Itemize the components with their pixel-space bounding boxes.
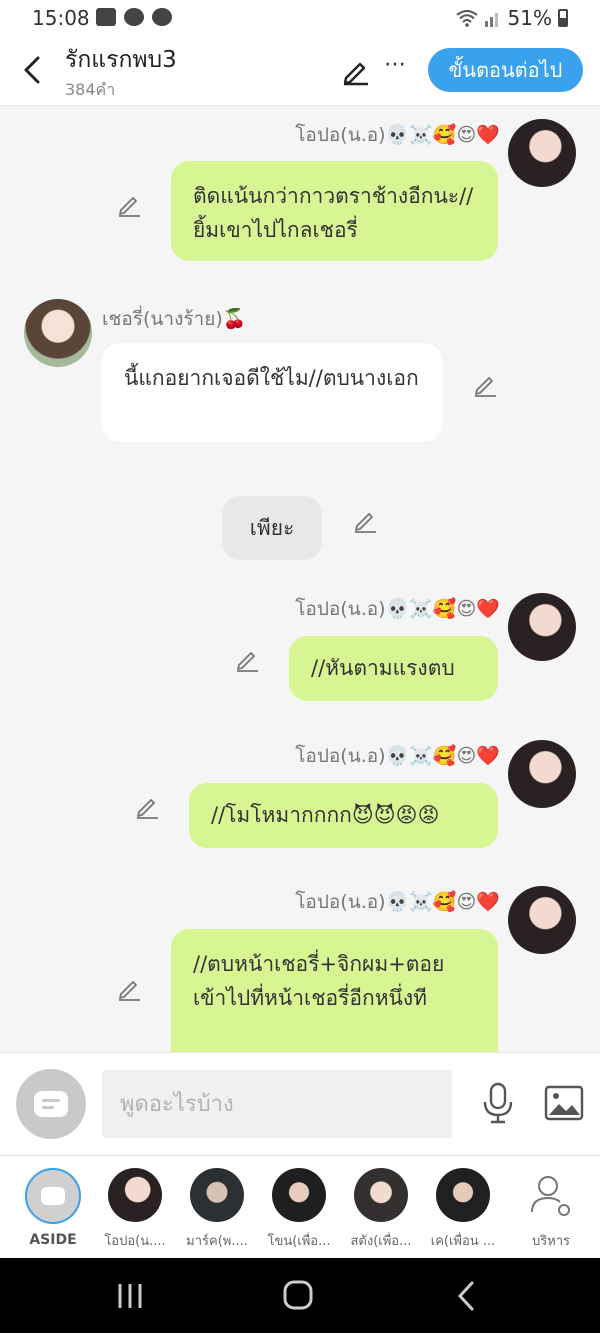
- sender-name: โอปอ(น.อ)💀☠️🥰😍❤️: [295, 124, 500, 146]
- story-title: รักแรกพบ3: [65, 47, 177, 73]
- word-count: 384คำ: [65, 80, 116, 99]
- input-bar: [0, 1052, 600, 1154]
- avatar[interactable]: [508, 886, 576, 954]
- tray-character[interactable]: เค(เพื่อน ...: [422, 1166, 504, 1256]
- more-options-icon[interactable]: ⋯: [384, 52, 407, 77]
- tray-label: โขน(เพื่อ...: [267, 1234, 331, 1249]
- aside-icon: [25, 1168, 81, 1224]
- aside-toggle-button[interactable]: [16, 1069, 86, 1139]
- message-text: //หันตามแรงตบ: [311, 656, 455, 680]
- tray-label: เค(เพื่อน ...: [430, 1234, 496, 1249]
- chat-bubble[interactable]: //ตบหน้าเชอรี่+จิกผม+ตอยเข้าไปที่หน้าเชอ…: [171, 929, 498, 1052]
- system-nav-bar: [0, 1258, 600, 1333]
- tray-manage[interactable]: บริหาร: [510, 1166, 592, 1256]
- status-icons: [96, 8, 172, 26]
- status-time: 15:08: [32, 6, 90, 30]
- edit-message-icon[interactable]: [234, 647, 260, 673]
- avatar: [436, 1168, 490, 1222]
- sender-name: เชอรี่(นางร้าย)🍒: [102, 308, 247, 330]
- gallery-icon: [96, 8, 116, 26]
- avatar: [354, 1168, 408, 1222]
- chat-bubble[interactable]: //หันตามแรงตบ: [289, 636, 498, 701]
- avatar[interactable]: [508, 119, 576, 187]
- message-text: นี้แกอยากเจอดีใช้ไม//ตบนางเอก: [124, 366, 419, 390]
- message-text: //โมโหมากกกก😈😈😡😡: [211, 803, 440, 827]
- wifi-icon: [455, 10, 478, 27]
- tray-character[interactable]: โขน(เพื่อ...: [258, 1166, 340, 1256]
- message-text: //ตบหน้าเชอรี่+จิกผม+ตอยเข้าไปที่หน้าเชอ…: [193, 952, 445, 1010]
- sender-name: โอปอ(น.อ)💀☠️🥰😍❤️: [295, 891, 500, 913]
- chat-bubble[interactable]: นี้แกอยากเจอดีใช้ไม//ตบนางเอก: [102, 343, 442, 442]
- narration-bubble[interactable]: เพียะ: [222, 496, 322, 560]
- edit-message-icon[interactable]: [472, 372, 498, 398]
- camera-icon: [124, 8, 144, 26]
- back-icon[interactable]: [446, 1280, 486, 1312]
- message-text: เพียะ: [249, 516, 295, 540]
- back-arrow-icon[interactable]: [18, 50, 48, 90]
- message-text: ติดแน้นกว่ากาวตราช้างอีกนะ//ยิ้มเขาไปไกล…: [193, 184, 474, 242]
- tray-character[interactable]: สตัง(เพื่อ...: [340, 1166, 422, 1256]
- home-icon[interactable]: [278, 1280, 318, 1312]
- avatar[interactable]: [508, 593, 576, 661]
- status-bar: 15:08 51%: [0, 0, 600, 36]
- avatar[interactable]: [508, 740, 576, 808]
- chat-area[interactable]: โอปอ(น.อ)💀☠️🥰😍❤️ ติดแน้นกว่ากาวตราช้างอี…: [0, 106, 600, 1052]
- sender-name: โอปอ(น.อ)💀☠️🥰😍❤️: [295, 598, 500, 620]
- tray-label: บริหาร: [531, 1234, 571, 1249]
- recent-apps-icon[interactable]: [110, 1280, 150, 1312]
- line-icon: [152, 8, 172, 26]
- edit-title-icon[interactable]: [340, 56, 370, 86]
- tray-label: มาร์ค(พ....: [186, 1234, 248, 1249]
- edit-message-icon[interactable]: [116, 976, 142, 1002]
- edit-message-icon[interactable]: [352, 508, 378, 534]
- tray-label: สตัง(เพื่อ...: [350, 1234, 412, 1249]
- chat-bubble[interactable]: //โมโหมากกกก😈😈😡😡: [189, 783, 498, 848]
- chat-bubble-icon: [34, 1091, 68, 1117]
- tray-aside[interactable]: ASIDE: [12, 1166, 94, 1256]
- chat-bubble[interactable]: ติดแน้นกว่ากาวตราช้างอีกนะ//ยิ้มเขาไปไกล…: [171, 161, 498, 261]
- next-step-button[interactable]: ขั้นตอนต่อไป: [428, 48, 583, 92]
- tray-character[interactable]: มาร์ค(พ....: [176, 1166, 258, 1256]
- avatar: [190, 1168, 244, 1222]
- image-icon[interactable]: [544, 1085, 584, 1121]
- status-right: 51%: [455, 6, 568, 30]
- edit-message-icon[interactable]: [134, 794, 160, 820]
- microphone-icon[interactable]: [478, 1081, 518, 1125]
- avatar: [272, 1168, 326, 1222]
- manage-users-icon: [531, 1176, 570, 1216]
- message-input[interactable]: [102, 1070, 452, 1138]
- battery-percent: 51%: [507, 6, 552, 30]
- tray-label: โอปอ(น....: [104, 1234, 166, 1249]
- tray-label: ASIDE: [29, 1232, 77, 1248]
- avatar: [108, 1168, 162, 1222]
- battery-icon: [558, 9, 568, 27]
- signal-icon: [484, 13, 498, 27]
- character-tray: ASIDE โอปอ(น.... มาร์ค(พ.... โขน(เพื่อ..…: [0, 1155, 600, 1258]
- sender-name: โอปอ(น.อ)💀☠️🥰😍❤️: [295, 745, 500, 767]
- tray-character[interactable]: โอปอ(น....: [94, 1166, 176, 1256]
- header: รักแรกพบ3 384คำ ⋯ ขั้นตอนต่อไป: [0, 36, 600, 106]
- edit-message-icon[interactable]: [116, 192, 142, 218]
- avatar[interactable]: [24, 299, 92, 367]
